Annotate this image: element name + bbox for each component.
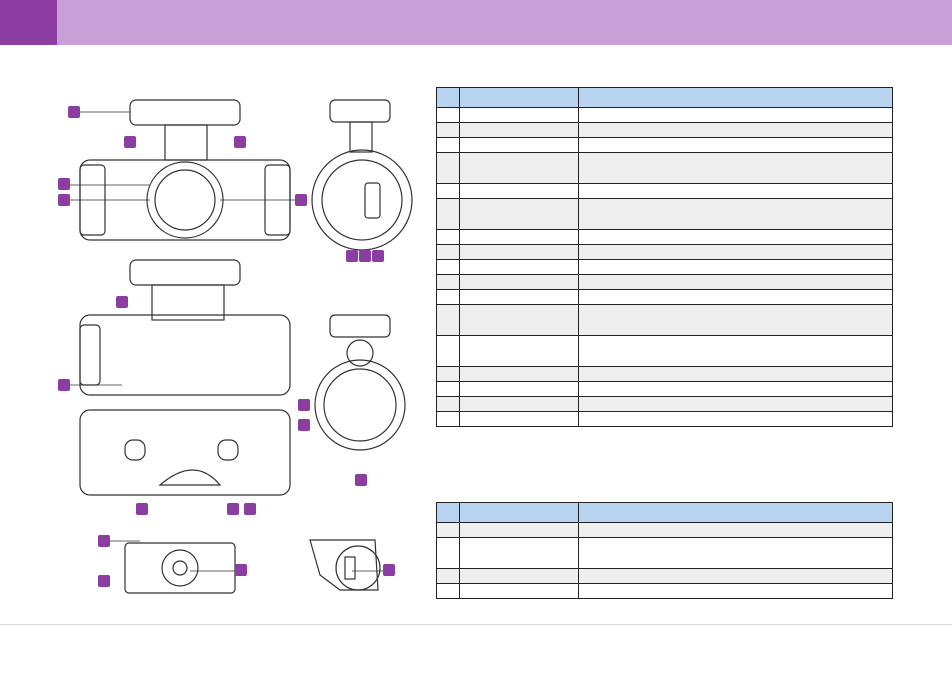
table-row — [436, 229, 893, 245]
header-bar — [0, 0, 952, 45]
table-row — [436, 107, 893, 123]
camera-top-view-icon — [79, 259, 291, 396]
table-header-row — [436, 87, 893, 108]
mount-side-view-icon — [309, 539, 381, 591]
table-row — [436, 396, 893, 412]
table-row — [436, 583, 893, 599]
mount-component-table — [436, 502, 893, 599]
table-row — [436, 381, 893, 397]
table-row — [436, 274, 893, 290]
table-row — [436, 537, 893, 569]
table-row — [436, 137, 893, 153]
table-row — [436, 366, 893, 382]
table-row — [436, 152, 893, 184]
footer-divider — [0, 624, 952, 625]
camera-side-view-icon — [311, 99, 413, 251]
table-row — [436, 304, 893, 336]
table-row — [436, 183, 893, 199]
table-header-row — [436, 502, 893, 523]
table-row — [436, 411, 893, 427]
table-row — [436, 568, 893, 584]
table-row — [436, 198, 893, 230]
camera-front-view-icon — [79, 99, 291, 241]
table-row — [436, 335, 893, 367]
table-row — [436, 289, 893, 305]
table-row — [436, 244, 893, 260]
mount-bottom-view-icon — [124, 542, 236, 594]
table-row — [436, 522, 893, 538]
component-table — [436, 87, 893, 427]
camera-rear-view-icon — [79, 409, 291, 496]
table-row — [436, 259, 893, 275]
dashcam-illustrations — [58, 99, 413, 594]
table-row — [436, 122, 893, 138]
header-section-tab — [0, 0, 57, 45]
